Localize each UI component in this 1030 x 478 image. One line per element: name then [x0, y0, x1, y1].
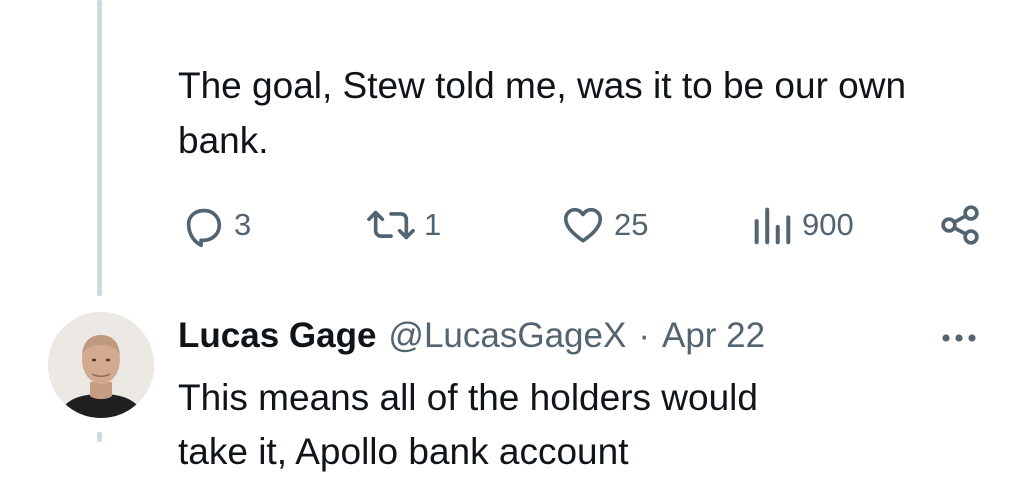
- reply-date[interactable]: Apr 22: [662, 316, 765, 356]
- reply-icon: [186, 208, 222, 248]
- like-icon: [563, 207, 603, 243]
- reply-text-cut-off: take it, Apollo bank account: [178, 431, 629, 472]
- view-count: 900: [802, 207, 854, 242]
- repost-count: 1: [424, 207, 442, 242]
- reply-count: 3: [234, 207, 252, 242]
- views-icon: [754, 207, 791, 245]
- more-options-button[interactable]: [936, 323, 982, 353]
- reply-header: Lucas Gage @LucasGageX · Apr 22: [178, 316, 765, 362]
- share-icon: [941, 205, 979, 245]
- repost-icon: [367, 210, 415, 240]
- reply-separator: ·: [638, 316, 650, 355]
- reply-button[interactable]: 3: [180, 200, 251, 250]
- views-button[interactable]: 900: [750, 200, 854, 250]
- thread-line: [97, 0, 102, 296]
- share-button[interactable]: [938, 200, 982, 250]
- reply-display-name[interactable]: Lucas Gage: [178, 316, 376, 356]
- like-button[interactable]: 25: [560, 200, 648, 250]
- like-count: 25: [614, 207, 649, 242]
- thread-line-continued: [97, 432, 102, 442]
- tweet-action-bar: 3 1 25 900: [0, 200, 1030, 250]
- avatar-photo: [48, 312, 154, 418]
- reply-handle[interactable]: @LucasGageX: [388, 316, 626, 356]
- reply-text: This means all of the holders would: [178, 377, 758, 418]
- more-icon: [942, 334, 976, 342]
- repost-button[interactable]: 1: [366, 200, 441, 250]
- tweet-text: The goal, Stew told me, was it to be our…: [178, 65, 907, 161]
- avatar[interactable]: [48, 312, 154, 418]
